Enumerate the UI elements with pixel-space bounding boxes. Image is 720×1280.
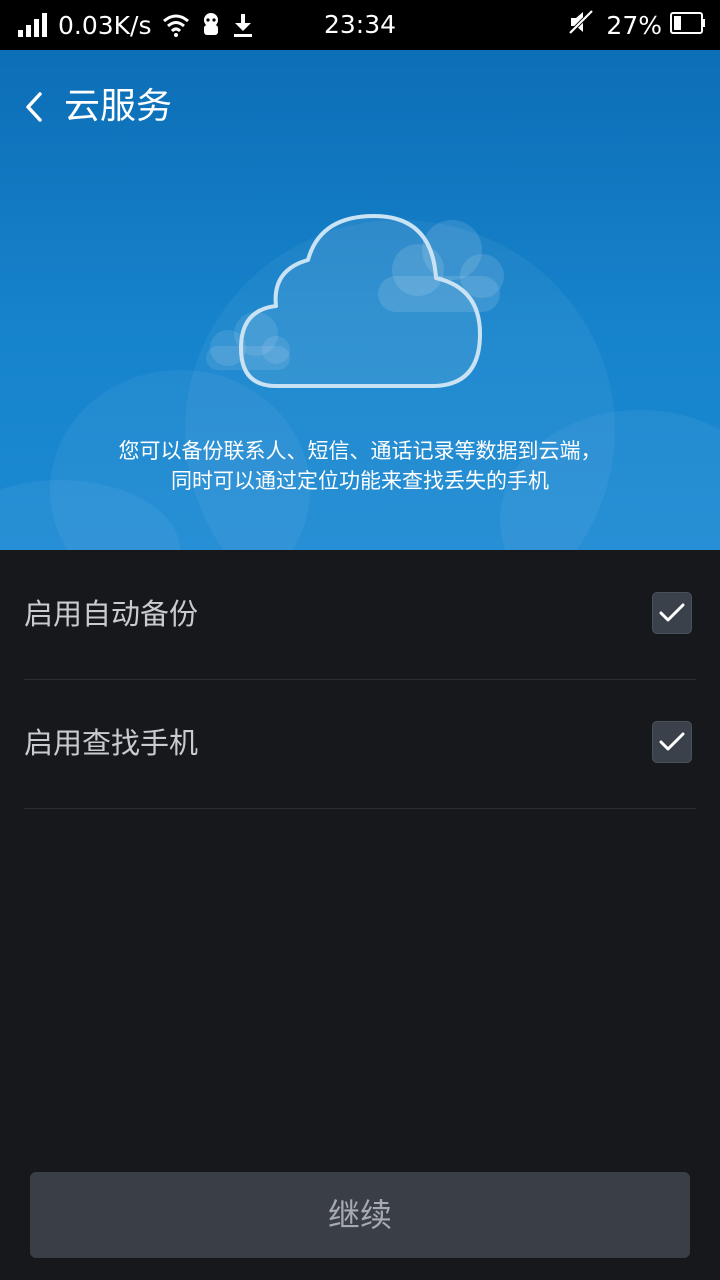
hero-description: 您可以备份联系人、短信、通话记录等数据到云端， 同时可以通过定位功能来查找丢失的… — [40, 436, 680, 496]
mute-icon — [568, 9, 594, 41]
option-auto-backup[interactable]: 启用自动备份 — [24, 550, 696, 680]
find-phone-checkbox[interactable] — [652, 721, 692, 763]
status-bar-right: 27% — [568, 0, 706, 50]
battery-icon — [670, 11, 706, 40]
checkmark-icon — [659, 732, 685, 751]
description-line-1: 您可以备份联系人、短信、通话记录等数据到云端， — [118, 439, 602, 463]
status-bar: 0.03K/s 23:34 27% — [0, 0, 720, 50]
signal-icon — [18, 13, 48, 37]
auto-backup-checkbox[interactable] — [652, 592, 692, 634]
wifi-icon — [162, 13, 190, 37]
back-button[interactable] — [14, 82, 54, 132]
status-bar-left: 0.03K/s — [18, 0, 254, 50]
option-find-phone[interactable]: 启用查找手机 — [24, 679, 696, 809]
battery-percent: 27% — [606, 10, 662, 40]
option-label: 启用查找手机 — [24, 726, 199, 760]
description-line-2: 同时可以通过定位功能来查找丢失的手机 — [171, 469, 549, 493]
cloud-service-screen: 0.03K/s 23:34 27% 云服务 您可以备份联系人、短信、通话记录等数… — [0, 0, 720, 1280]
chevron-left-icon — [26, 92, 42, 122]
checkmark-icon — [659, 603, 685, 622]
page-title: 云服务 — [64, 86, 173, 127]
hero-banner: 云服务 您可以备份联系人、短信、通话记录等数据到云端， 同时可以通过定位功能来查… — [0, 50, 720, 550]
network-speed: 0.03K/s — [58, 10, 152, 40]
cloud-icon — [239, 214, 482, 388]
app-notification-icon — [200, 12, 222, 38]
continue-button[interactable]: 继续 — [30, 1172, 690, 1258]
download-icon — [232, 12, 254, 38]
option-label: 启用自动备份 — [24, 597, 199, 631]
